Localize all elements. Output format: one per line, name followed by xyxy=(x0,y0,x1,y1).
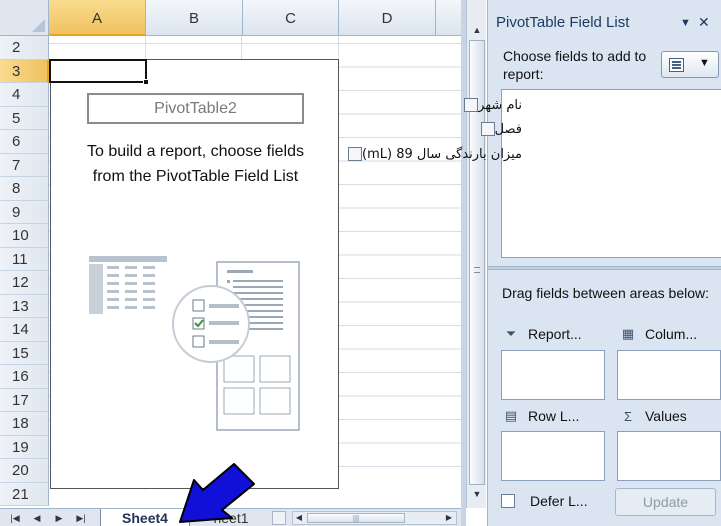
pivot-field-list-pane: PivotTable Field List ▼ ✕ Choose fields … xyxy=(348,0,721,526)
pivot-table-name: PivotTable2 xyxy=(87,93,304,124)
report-filter-label: Report... xyxy=(528,326,582,342)
column-header-c[interactable]: C xyxy=(243,0,339,36)
pane-menu-dropdown-icon[interactable]: ▼ xyxy=(680,17,691,29)
row-header[interactable]: 2 xyxy=(0,36,49,60)
row-header[interactable]: 14 xyxy=(0,318,49,342)
field-checkbox[interactable] xyxy=(464,98,479,112)
next-sheet-icon[interactable]: ▶ xyxy=(52,511,66,525)
field-layout-icon xyxy=(669,58,684,72)
scroll-down-icon[interactable]: ▼ xyxy=(469,486,485,502)
pane-section-splitter[interactable] xyxy=(488,266,721,270)
column-labels-drop-area[interactable] xyxy=(617,350,721,400)
pointer-arrow-icon xyxy=(179,463,255,523)
row-header[interactable]: 18 xyxy=(0,412,49,436)
row-header[interactable]: 17 xyxy=(0,388,49,412)
column-labels-icon: ▦ xyxy=(621,326,635,341)
last-sheet-icon[interactable]: ▶| xyxy=(74,511,88,525)
row-labels-label: Row L... xyxy=(528,408,580,424)
field-checkbox[interactable] xyxy=(348,147,362,161)
scroll-left-icon[interactable]: ◀ xyxy=(293,512,305,524)
choose-fields-label: Choose fields to add to report: xyxy=(503,48,647,82)
field-layout-button[interactable]: ▼ xyxy=(661,51,719,78)
close-icon[interactable]: ✕ xyxy=(698,14,710,31)
row-header[interactable]: 13 xyxy=(0,294,49,318)
column-header-e[interactable] xyxy=(436,0,461,36)
field-label: نام شهر xyxy=(478,97,522,113)
report-filter-header: ⏷ Report... xyxy=(502,325,582,343)
field-checkbox[interactable] xyxy=(480,122,495,136)
defer-layout-checkbox[interactable] xyxy=(501,494,515,508)
defer-layout-label: Defer L... xyxy=(530,493,588,509)
row-header[interactable]: 20 xyxy=(0,459,49,483)
scroll-right-icon[interactable]: ▶ xyxy=(443,512,455,524)
row-header[interactable]: 6 xyxy=(0,130,49,154)
row-header[interactable]: 7 xyxy=(0,153,49,177)
scroll-up-icon[interactable]: ▲ xyxy=(469,22,485,38)
pivot-illustration-icon xyxy=(89,256,300,431)
row-header[interactable]: 5 xyxy=(0,106,49,130)
insert-sheet-tab[interactable] xyxy=(272,511,286,525)
row-header[interactable]: 15 xyxy=(0,341,49,365)
row-header[interactable]: 4 xyxy=(0,83,49,107)
pivot-instructions-line-1: To build a report, choose fields xyxy=(86,143,304,160)
values-header: Σ Values xyxy=(619,407,687,425)
field-item[interactable]: فصل xyxy=(477,119,522,139)
pivot-table-placeholder[interactable]: PivotTable2 To build a report, choose fi… xyxy=(50,59,339,489)
column-header-d[interactable]: D xyxy=(339,0,436,36)
row-labels-icon: ▤ xyxy=(504,408,518,423)
row-labels-drop-area[interactable] xyxy=(501,431,605,481)
row-header[interactable]: 19 xyxy=(0,435,49,459)
field-label: میزان بارندگی سال 89 (mL) xyxy=(362,146,522,162)
row-header[interactable]: 16 xyxy=(0,365,49,389)
prev-sheet-icon[interactable]: ◀ xyxy=(30,511,44,525)
row-header[interactable]: 11 xyxy=(0,247,49,271)
active-cell-a3[interactable] xyxy=(49,59,149,85)
row-header[interactable]: 9 xyxy=(0,200,49,224)
row-labels-header: ▤ Row L... xyxy=(502,407,580,425)
column-labels-header: ▦ Colum... xyxy=(619,325,697,343)
row-header[interactable]: 8 xyxy=(0,177,49,201)
drag-fields-label: Drag fields between areas below: xyxy=(502,285,710,301)
row-headers: 2 3 4 5 6 7 8 9 10 11 12 13 14 15 16 17 … xyxy=(0,36,49,506)
field-item[interactable]: میزان بارندگی سال 89 (mL) xyxy=(344,144,522,164)
pivot-instructions: To build a report, choose fields from th… xyxy=(51,139,340,189)
values-label: Values xyxy=(645,408,687,424)
select-all-corner[interactable] xyxy=(0,0,49,36)
horizontal-scroll-thumb[interactable]: ||| xyxy=(307,513,405,523)
column-header-b[interactable]: B xyxy=(146,0,243,36)
report-filter-drop-area[interactable] xyxy=(501,350,605,400)
row-header[interactable]: 10 xyxy=(0,224,49,248)
vertical-scrollbar[interactable]: ▲ ▼ xyxy=(466,0,486,508)
first-sheet-icon[interactable]: |◀ xyxy=(8,511,22,525)
pivot-instructions-line-2: from the PivotTable Field List xyxy=(92,168,299,185)
values-drop-area[interactable] xyxy=(617,431,721,481)
column-header-a[interactable]: A xyxy=(49,0,146,36)
horizontal-scrollbar[interactable]: ◀ ||| ▶ xyxy=(292,511,457,525)
row-header-selected[interactable]: 3 xyxy=(0,59,49,83)
field-item[interactable]: نام شهر xyxy=(460,95,522,115)
worksheet: A B C D 2 3 4 5 6 7 8 9 10 11 12 13 14 1… xyxy=(0,0,461,526)
row-header[interactable]: 21 xyxy=(0,482,49,506)
row-header[interactable]: 12 xyxy=(0,271,49,295)
filter-icon: ⏷ xyxy=(505,326,517,341)
field-list-box: نام شهر فصل میزان بارندگی سال 89 (mL) xyxy=(348,89,721,258)
chevron-down-icon: ▼ xyxy=(699,57,710,69)
pane-title: PivotTable Field List xyxy=(496,14,630,31)
update-button[interactable]: Update xyxy=(615,488,716,516)
sigma-icon: Σ xyxy=(623,408,633,424)
field-label: فصل xyxy=(494,121,522,137)
column-labels-label: Colum... xyxy=(645,326,698,342)
